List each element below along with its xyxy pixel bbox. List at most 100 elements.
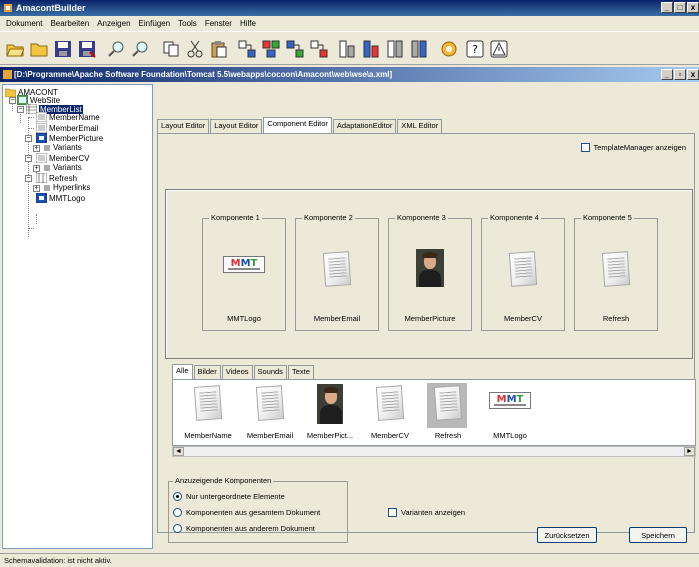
- library-item[interactable]: MemberPict...: [299, 384, 361, 440]
- component-slot-legend: Komponente 1: [209, 213, 262, 222]
- component-2-button[interactable]: [260, 38, 282, 59]
- component-slot-legend: Komponente 4: [488, 213, 541, 222]
- component-slot-1[interactable]: Komponente 1 MMT MMTLogo: [202, 213, 286, 331]
- tree-item-variants-1[interactable]: Variants: [43, 143, 82, 152]
- member-photo: [416, 249, 444, 287]
- radio-button[interactable]: [173, 524, 182, 533]
- tree-item-hyperlinks[interactable]: Hyperlinks: [43, 183, 90, 192]
- menu-bearbeiten[interactable]: Bearbeiten: [46, 19, 93, 28]
- tab-component-editor[interactable]: Component Editor: [263, 117, 332, 133]
- scroll-left-button[interactable]: ◄: [173, 447, 184, 456]
- variants-icon: [44, 144, 50, 151]
- component-4-button[interactable]: [308, 38, 330, 59]
- filter-option-label: Nur untergeordnete Elemente: [186, 492, 285, 501]
- filter-option-1[interactable]: Nur untergeordnete Elemente: [173, 492, 285, 501]
- library-tab-sounds[interactable]: Sounds: [253, 365, 287, 379]
- component-6-button[interactable]: [360, 38, 382, 59]
- tree-expander[interactable]: +: [33, 145, 40, 152]
- warning-button[interactable]: [488, 38, 510, 59]
- component-slot-4[interactable]: Komponente 4 MemberCV: [481, 213, 565, 331]
- minimize-button[interactable]: _: [661, 2, 673, 13]
- close-button[interactable]: x: [687, 2, 699, 13]
- template-manager-checkbox[interactable]: [581, 143, 591, 152]
- tree-expander[interactable]: −: [25, 175, 32, 182]
- component-tree[interactable]: AMACONT − WebSite − MemberList MemberNam…: [2, 84, 153, 549]
- tab-layout-editor-2[interactable]: Layout Editor: [210, 119, 263, 133]
- tree-expander[interactable]: +: [33, 165, 40, 172]
- zoom-in-button[interactable]: [105, 38, 127, 59]
- library-item[interactable]: MemberName: [177, 385, 239, 440]
- library-tab-bilder[interactable]: Bilder: [193, 365, 221, 379]
- library-tab-videos[interactable]: Videos: [221, 365, 253, 379]
- component-3-icon: [286, 40, 304, 57]
- tree-item-memberpicture[interactable]: MemberPicture: [36, 133, 103, 143]
- open-folder-button[interactable]: [4, 38, 26, 59]
- tree-label-memberemail: MemberEmail: [49, 123, 99, 133]
- editor-tabs: Layout Editor Layout Editor Component Ed…: [157, 117, 443, 133]
- tab-xml-editor[interactable]: XML Editor: [397, 119, 443, 133]
- doc-maximize-button[interactable]: ▫: [674, 69, 686, 80]
- tree-expander[interactable]: −: [25, 155, 32, 162]
- component-7-button[interactable]: [384, 38, 406, 59]
- tree-label-variants-1: Variants: [53, 143, 82, 152]
- tree-expander[interactable]: −: [17, 106, 24, 113]
- tree-expander[interactable]: −: [9, 97, 16, 104]
- menu-einfuegen[interactable]: Einfügen: [135, 19, 175, 28]
- variants-checkbox[interactable]: [388, 508, 397, 517]
- tree-item-variants-2[interactable]: Variants: [43, 163, 82, 172]
- tree-expander[interactable]: +: [33, 185, 40, 192]
- new-folder-button[interactable]: [28, 38, 50, 59]
- zoom-out-icon: [132, 41, 148, 57]
- tree-item-membercv[interactable]: MemberCV: [36, 153, 89, 163]
- library-tab-texte[interactable]: Texte: [287, 365, 314, 379]
- tree-item-membername[interactable]: MemberName: [36, 112, 100, 122]
- menu-bar: Dokument Bearbeiten Anzeigen Einfügen To…: [0, 16, 699, 30]
- tab-adaptation-editor[interactable]: AdaptationEditor: [332, 119, 397, 133]
- zoom-out-button[interactable]: [129, 38, 151, 59]
- paste-button[interactable]: [208, 38, 230, 59]
- component-5-button[interactable]: [336, 38, 358, 59]
- tree-item-memberemail[interactable]: MemberEmail: [36, 123, 98, 133]
- menu-dokument[interactable]: Dokument: [2, 19, 46, 28]
- help-button[interactable]: ?: [464, 38, 486, 59]
- component-slot-3[interactable]: Komponente 3 MemberPicture: [388, 213, 472, 331]
- save-button[interactable]: [52, 38, 74, 59]
- copy-button[interactable]: [160, 38, 182, 59]
- component-1-button[interactable]: [236, 38, 258, 59]
- library-item[interactable]: MemberCV: [359, 385, 421, 440]
- maximize-button[interactable]: □: [674, 2, 686, 13]
- scroll-right-button[interactable]: ►: [684, 447, 695, 456]
- library-item[interactable]: MemberEmail: [239, 385, 301, 440]
- menu-tools[interactable]: Tools: [174, 19, 201, 28]
- filter-option-3[interactable]: Komponenten aus anderem Dokument: [173, 524, 315, 533]
- doc-minimize-button[interactable]: _: [661, 69, 673, 80]
- app-icon: [4, 4, 12, 12]
- menu-fenster[interactable]: Fenster: [201, 19, 236, 28]
- component-editor-panel: TemplateManager anzeigen Komponente 1 MM…: [157, 133, 696, 543]
- save-changes-button[interactable]: Speichern: [629, 527, 687, 543]
- menu-hilfe[interactable]: Hilfe: [236, 19, 260, 28]
- library-tab-alle[interactable]: Alle: [172, 364, 193, 379]
- library-horizontal-scrollbar[interactable]: ◄ ►: [172, 446, 696, 457]
- variants-row: Varianten anzeigen: [388, 508, 465, 517]
- tree-expander[interactable]: −: [25, 135, 32, 142]
- component-3-button[interactable]: [284, 38, 306, 59]
- menu-anzeigen[interactable]: Anzeigen: [93, 19, 134, 28]
- library-item[interactable]: MMT MMTLogo: [479, 386, 541, 440]
- component-8-button[interactable]: [408, 38, 430, 59]
- tree-item-mmtlogo[interactable]: MMTLogo: [36, 193, 85, 203]
- component-slot-2[interactable]: Komponente 2 MemberEmail: [295, 213, 379, 331]
- app-title-bar: AmacontBuilder _ □ x: [0, 0, 699, 16]
- save-as-button[interactable]: [76, 38, 98, 59]
- settings-button[interactable]: [438, 38, 460, 59]
- tree-item-refresh[interactable]: Refresh: [36, 173, 77, 183]
- radio-button[interactable]: [173, 492, 182, 501]
- filter-option-2[interactable]: Komponenten aus gesamtem Dokument: [173, 508, 320, 517]
- doc-close-button[interactable]: x: [687, 69, 699, 80]
- cut-button[interactable]: [184, 38, 206, 59]
- tab-layout-editor-1[interactable]: Layout Editor: [157, 119, 210, 133]
- radio-button[interactable]: [173, 508, 182, 517]
- component-slot-5[interactable]: Komponente 5 Refresh: [574, 213, 658, 331]
- reset-button[interactable]: Zurücksetzen: [537, 527, 597, 543]
- library-item-selected[interactable]: Refresh: [417, 383, 479, 440]
